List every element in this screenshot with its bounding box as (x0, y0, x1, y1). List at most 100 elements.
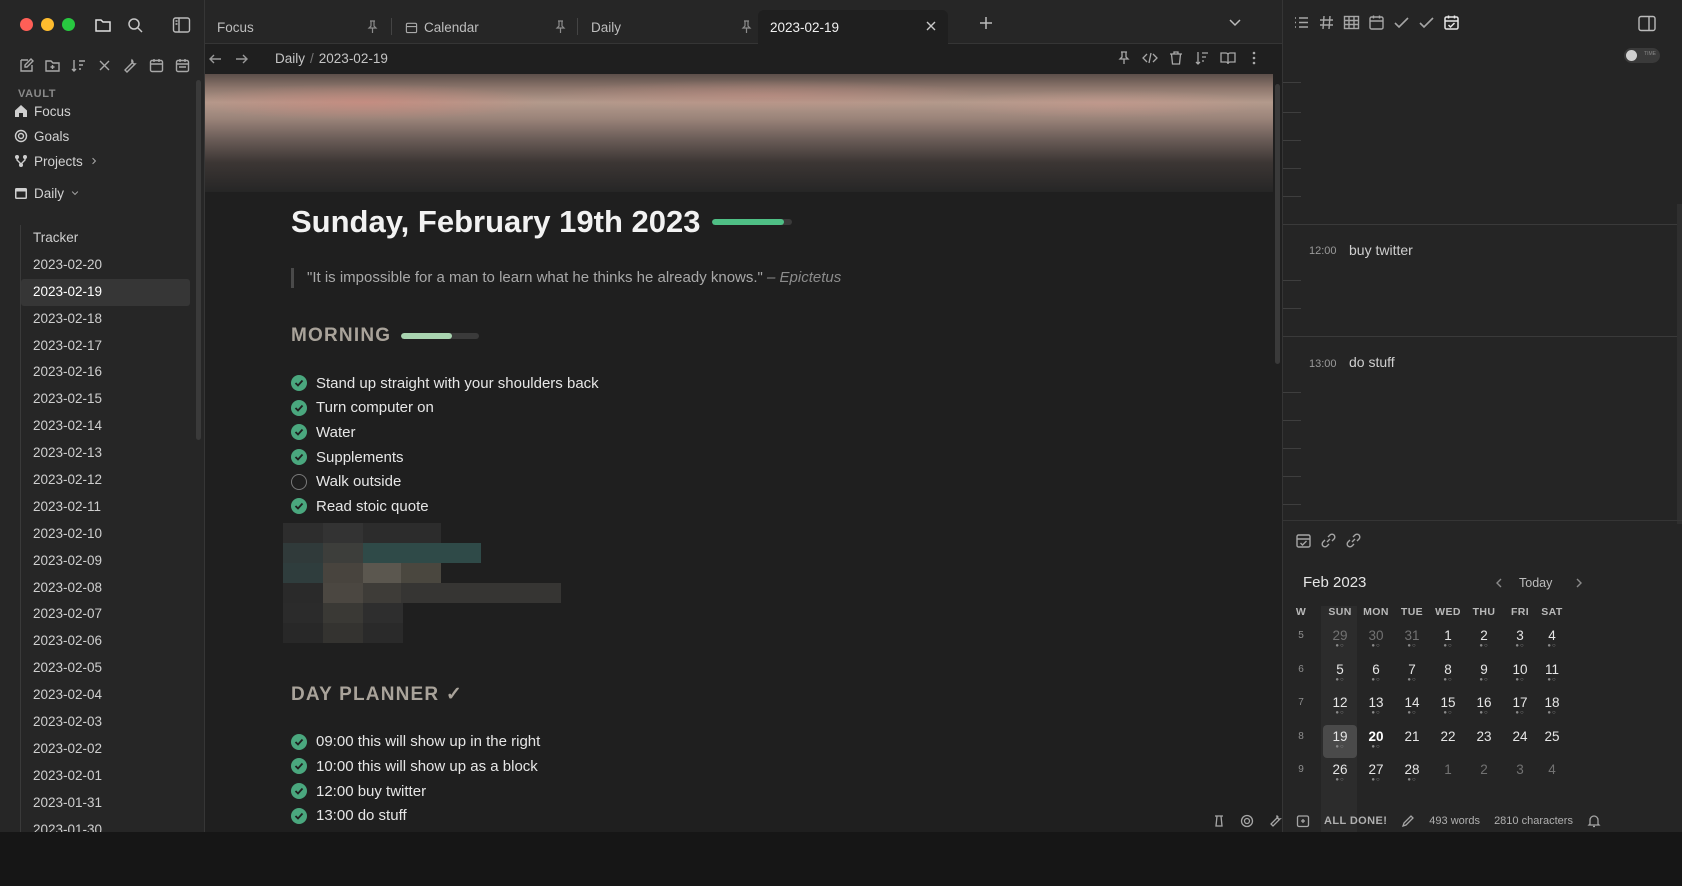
checked-checkbox[interactable] (291, 783, 307, 800)
sidebar-daily-item[interactable]: 2023-02-15 (21, 386, 190, 413)
link-icon[interactable] (1320, 532, 1337, 549)
calendar-day[interactable]: 8 ●○ (1431, 658, 1465, 691)
calendar-icon[interactable] (1368, 14, 1385, 31)
minimize-window-button[interactable] (41, 18, 54, 31)
chevron-right-icon[interactable] (1573, 577, 1585, 589)
calendar-icon[interactable] (1296, 814, 1310, 828)
calendar-icon[interactable] (148, 57, 165, 74)
sidebar-daily-item[interactable]: 2023-02-13 (21, 440, 190, 467)
tab-calendar[interactable]: Calendar (393, 10, 577, 44)
calendar-day[interactable]: 25 (1535, 725, 1569, 758)
calendar-day[interactable]: 4 (1535, 758, 1569, 791)
calendar-day[interactable]: 28 ●○ (1395, 758, 1429, 791)
check-icon[interactable] (1418, 14, 1435, 31)
checked-checkbox[interactable] (291, 733, 307, 750)
calendar-day[interactable]: 7 ●○ (1395, 658, 1429, 691)
calendar-day[interactable]: 19 ●○ (1323, 724, 1357, 758)
calendar-day[interactable]: 1 (1431, 758, 1465, 791)
checked-checkbox[interactable] (291, 758, 307, 775)
sidebar-item-focus[interactable]: Focus (14, 101, 71, 121)
week-number[interactable]: 6 (1293, 664, 1309, 675)
calendar-day[interactable]: 12 ●○ (1323, 691, 1357, 724)
sidebar-toggle-icon[interactable] (172, 16, 191, 34)
calendar-day[interactable]: 23 (1467, 725, 1501, 758)
calendar-day[interactable]: 11 ●○ (1535, 658, 1569, 691)
sidebar-item-projects[interactable]: Projects (14, 151, 99, 171)
check-icon[interactable] (1393, 14, 1410, 31)
pencil-icon[interactable] (1401, 814, 1415, 828)
chevron-left-icon[interactable] (1493, 577, 1505, 589)
checked-checkbox[interactable] (291, 375, 307, 392)
table-icon[interactable] (1343, 14, 1360, 31)
sidebar-daily-item[interactable]: 2023-02-04 (21, 682, 190, 709)
calendar-day[interactable]: 2 (1467, 758, 1501, 791)
week-number[interactable]: 9 (1293, 764, 1309, 775)
new-folder-icon[interactable] (44, 57, 61, 74)
today-button[interactable]: Today (1519, 576, 1552, 590)
calendar-week-icon[interactable] (174, 57, 191, 74)
task-text[interactable]: Stand up straight with your shoulders ba… (316, 375, 599, 392)
calendar-day[interactable]: 27 ●○ (1359, 758, 1393, 791)
new-note-icon[interactable] (18, 57, 35, 74)
sidebar-daily-item[interactable]: 2023-02-08 (21, 575, 190, 602)
more-options-icon[interactable] (1246, 50, 1262, 66)
task-text[interactable]: Read stoic quote (316, 498, 429, 515)
pin-icon[interactable] (1116, 50, 1132, 66)
sidebar-scrollbar[interactable] (196, 80, 201, 440)
book-open-icon[interactable] (1220, 50, 1236, 66)
calendar-day[interactable]: 26 ●○ (1323, 758, 1357, 791)
chevron-down-icon[interactable] (1228, 17, 1242, 29)
calendar-day[interactable]: 30 ●○ (1359, 624, 1393, 657)
sidebar-daily-item[interactable]: 2023-02-14 (21, 413, 190, 440)
calendar-day[interactable]: 21 (1395, 725, 1429, 758)
sidebar-daily-item[interactable]: 2023-02-09 (21, 548, 190, 575)
calendar-day[interactable]: 17 ●○ (1503, 691, 1537, 724)
search-icon[interactable] (126, 16, 144, 34)
calendar-day[interactable]: 4 ●○ (1535, 624, 1569, 657)
calendar-day[interactable]: 31 ●○ (1395, 624, 1429, 657)
calendar-day[interactable]: 18 ●○ (1535, 691, 1569, 724)
code-icon[interactable] (1142, 50, 1158, 66)
checked-checkbox[interactable] (291, 498, 307, 515)
sidebar-daily-item[interactable]: 2023-02-12 (21, 467, 190, 494)
arrow-right-icon[interactable] (234, 52, 249, 66)
sidebar-daily-item[interactable]: 2023-02-10 (21, 521, 190, 548)
pin-icon[interactable] (554, 20, 567, 34)
sidebar-daily-item[interactable]: 2023-01-31 (21, 790, 190, 817)
time-toggle[interactable]: TIME (1624, 48, 1660, 63)
breadcrumb-file[interactable]: 2023-02-19 (319, 51, 388, 66)
task-text[interactable]: 12:00 buy twitter (316, 783, 426, 800)
calendar-day[interactable]: 22 (1431, 725, 1465, 758)
calendar-day[interactable]: 24 (1503, 725, 1537, 758)
calendar-day[interactable]: 6 ●○ (1359, 658, 1393, 691)
calendar-day[interactable]: 20 ●○ (1359, 725, 1393, 758)
calendar-check-icon[interactable] (1443, 14, 1460, 31)
calendar-day[interactable]: 1 ●○ (1431, 624, 1465, 657)
wrench-icon[interactable] (1268, 814, 1282, 828)
task-text[interactable]: 13:00 do stuff (316, 807, 407, 824)
timeline-scrollbar[interactable] (1677, 204, 1682, 524)
task-text[interactable]: Water (316, 424, 355, 441)
right-sidebar-toggle-icon[interactable] (1638, 15, 1656, 32)
pin-icon[interactable] (740, 20, 753, 34)
sidebar-daily-item[interactable]: 2023-02-07 (21, 601, 190, 628)
calendar-day[interactable]: 3 (1503, 758, 1537, 791)
week-number[interactable]: 8 (1293, 731, 1309, 742)
maximize-window-button[interactable] (62, 18, 75, 31)
trash-icon[interactable] (1168, 50, 1184, 66)
week-number[interactable]: 7 (1293, 697, 1309, 708)
sidebar-daily-item[interactable]: 2023-02-01 (21, 763, 190, 790)
sidebar-daily-item[interactable]: Tracker (21, 225, 190, 252)
calendar-day[interactable]: 16 ●○ (1467, 691, 1501, 724)
sort-icon[interactable] (70, 57, 87, 74)
calendar-day[interactable]: 9 ●○ (1467, 658, 1501, 691)
sidebar-daily-item[interactable]: 2023-02-03 (21, 709, 190, 736)
hashtag-icon[interactable] (1318, 14, 1335, 31)
calendar-check-icon[interactable] (1295, 532, 1312, 549)
tab-focus[interactable]: Focus (205, 10, 389, 44)
sidebar-daily-item[interactable]: 2023-02-19 (21, 278, 190, 306)
sidebar-daily-item[interactable]: 2023-02-05 (21, 655, 190, 682)
calendar-day[interactable]: 3 ●○ (1503, 624, 1537, 657)
checked-checkbox[interactable] (291, 807, 307, 824)
calendar-day[interactable]: 15 ●○ (1431, 691, 1465, 724)
